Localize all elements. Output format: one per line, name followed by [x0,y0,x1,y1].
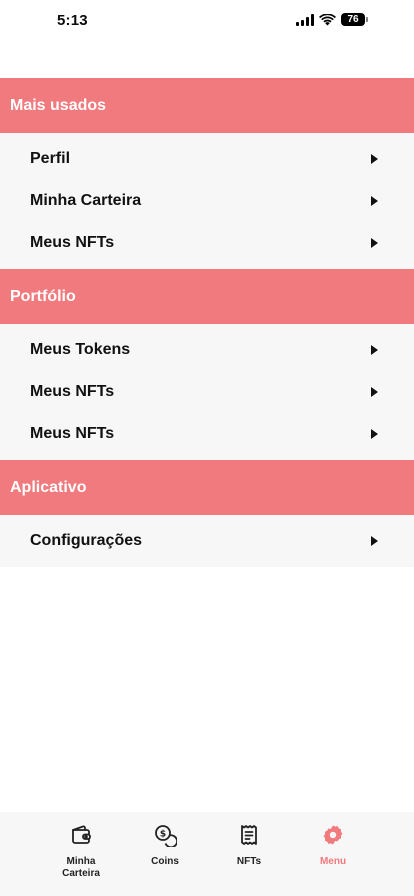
menu-item-meus-nfts[interactable]: Meus NFTs [0,413,414,455]
menu-list: Mais usados Perfil Minha Carteira Meus NFTs… [0,78,414,567]
receipt-icon [237,823,261,852]
battery-icon: 76 [341,13,368,26]
menu-item-label: Meus NFTs [30,383,115,400]
menu-item-minha-carteira[interactable]: Minha Carteira [0,180,414,222]
tab-label: Menu [319,856,347,867]
tab-label: Coins [151,856,179,867]
wallet-icon [69,823,93,852]
tab-bar: Minha Carteira $ Coins NFTs Menu [0,812,414,896]
coins-icon: $ [153,823,178,852]
menu-item-configuracoes[interactable]: Configurações [0,520,414,562]
status-bar: 5:13 76 [0,0,414,44]
chevron-right-icon [371,154,378,164]
tab-nfts[interactable]: NFTs [207,812,291,896]
tab-label: Minha Carteira [62,856,100,879]
section-header-mais-usados: Mais usados [0,78,414,133]
chevron-right-icon [371,345,378,355]
menu-item-meus-tokens[interactable]: Meus Tokens [0,329,414,371]
svg-text:$: $ [160,829,166,839]
chevron-right-icon [371,536,378,546]
section-header-portfolio: Portfólio [0,269,414,324]
status-time: 5:13 [57,12,88,29]
battery-level: 76 [341,13,365,26]
menu-item-meus-nfts[interactable]: Meus NFTs [0,222,414,264]
menu-item-label: Meus NFTs [30,425,115,442]
menu-item-label: Minha Carteira [30,192,142,209]
menu-item-label: Configurações [30,532,143,549]
menu-item-meus-nfts[interactable]: Meus NFTs [0,371,414,413]
gear-icon [321,823,345,852]
status-indicators: 76 [296,13,368,26]
section-header-aplicativo: Aplicativo [0,460,414,515]
section-items: Meus Tokens Meus NFTs Meus NFTs [0,324,414,460]
chevron-right-icon [371,238,378,248]
section-items: Perfil Minha Carteira Meus NFTs [0,133,414,269]
chevron-right-icon [371,387,378,397]
tab-minha-carteira[interactable]: Minha Carteira [39,812,123,896]
menu-item-label: Perfil [30,150,71,167]
tab-coins[interactable]: $ Coins [123,812,207,896]
tab-label: NFTs [236,856,262,867]
chevron-right-icon [371,196,378,206]
menu-item-perfil[interactable]: Perfil [0,138,414,180]
cellular-signal-icon [296,13,314,26]
wifi-icon [319,13,336,25]
menu-item-label: Meus Tokens [30,341,131,358]
section-items: Configurações [0,515,414,567]
menu-item-label: Meus NFTs [30,234,115,251]
chevron-right-icon [371,429,378,439]
tab-menu[interactable]: Menu [291,812,375,896]
